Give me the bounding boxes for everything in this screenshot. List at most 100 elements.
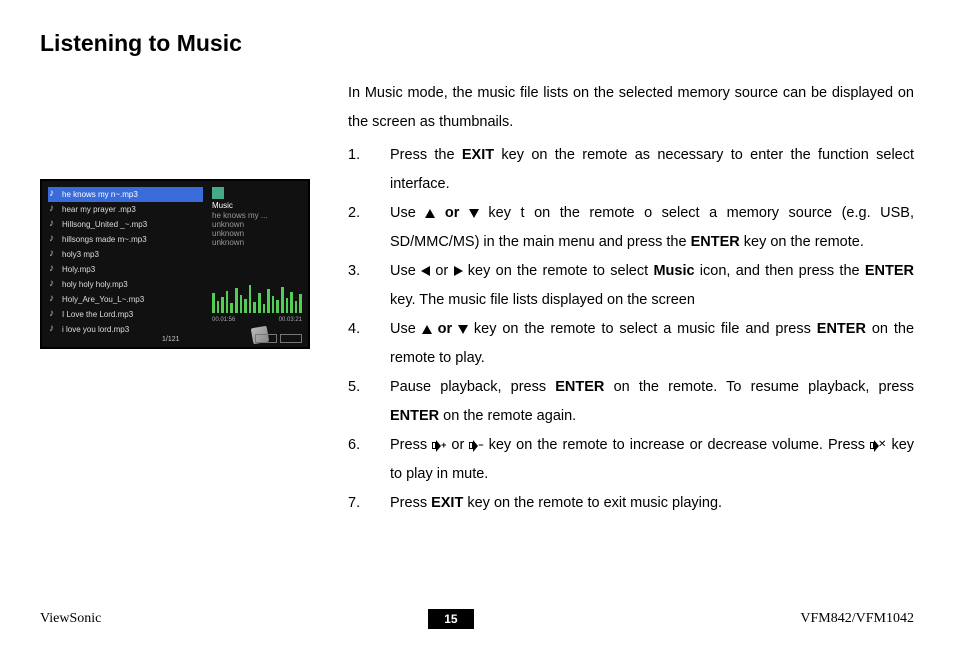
step-3: 3. Use or key on the remote to select Mu… bbox=[348, 257, 914, 315]
total-time: 00.03:21 bbox=[279, 317, 302, 323]
step-body: Press + or − key on the remote to increa… bbox=[390, 431, 914, 489]
music-note-icon bbox=[48, 205, 58, 215]
down-arrow-icon bbox=[458, 325, 468, 334]
eq-bar bbox=[295, 301, 298, 313]
step-body: Press EXIT key on the remote to exit mus… bbox=[390, 489, 914, 518]
eq-bar bbox=[212, 293, 215, 313]
step-5: 5. Pause playback, press ENTER on the re… bbox=[348, 373, 914, 431]
eq-bar bbox=[281, 287, 284, 313]
music-note-icon bbox=[48, 310, 58, 320]
step-7: 7. Press EXIT key on the remote to exit … bbox=[348, 489, 914, 518]
file-row: Holy_Are_You_L~.mp3 bbox=[48, 292, 203, 307]
eq-bar bbox=[290, 292, 293, 313]
file-name: i love you lord.mp3 bbox=[62, 325, 129, 334]
step-1: 1. Press the EXIT key on the remote as n… bbox=[348, 141, 914, 199]
eq-bar bbox=[240, 295, 243, 313]
file-name: holy holy holy.mp3 bbox=[62, 280, 128, 289]
file-row: i love you lord.mp3 bbox=[48, 322, 203, 337]
step-number: 2. bbox=[348, 199, 390, 257]
eq-bar bbox=[230, 303, 233, 313]
file-list: he knows my n~.mp3 hear my prayer .mp3 Hil… bbox=[48, 187, 203, 337]
eq-bar bbox=[272, 296, 275, 313]
step-4: 4. Use or key on the remote to select a … bbox=[348, 315, 914, 373]
step-2: 2. Use or key t on the remote o select a… bbox=[348, 199, 914, 257]
file-name: holy3 mp3 bbox=[62, 250, 99, 259]
footer-model: VFM842/VFM1042 bbox=[800, 611, 914, 627]
footer-brand: ViewSonic bbox=[40, 611, 101, 627]
step-body: Use or key on the remote to select Music… bbox=[390, 257, 914, 315]
eq-bar bbox=[249, 285, 252, 313]
file-name: I Love the Lord.mp3 bbox=[62, 310, 133, 319]
eq-bar bbox=[244, 299, 247, 313]
file-row: I Love the Lord.mp3 bbox=[48, 307, 203, 322]
meta-line-1: unknown bbox=[212, 220, 302, 229]
device-screenshot: he knows my n~.mp3 hear my prayer .mp3 Hil… bbox=[40, 179, 310, 349]
file-row: holy holy holy.mp3 bbox=[48, 277, 203, 292]
file-counter: 1/121 bbox=[162, 336, 180, 343]
meta-line-2: unknown bbox=[212, 229, 302, 238]
bottom-indicators bbox=[255, 334, 302, 343]
step-number: 3. bbox=[348, 257, 390, 315]
page-footer: ViewSonic 15 VFM842/VFM1042 bbox=[40, 609, 914, 629]
file-name: Holy.mp3 bbox=[62, 265, 95, 274]
music-note-icon bbox=[48, 190, 58, 200]
step-body: Press the EXIT key on the remote as nece… bbox=[390, 141, 914, 199]
up-arrow-icon bbox=[422, 325, 432, 334]
file-name: hillsongs made m~.mp3 bbox=[62, 235, 147, 244]
eq-bar bbox=[226, 291, 229, 313]
music-note-icon bbox=[48, 265, 58, 275]
music-note-icon bbox=[48, 235, 58, 245]
file-name: Holy_Are_You_L~.mp3 bbox=[62, 295, 144, 304]
eq-bar bbox=[221, 297, 224, 313]
file-name: Hillsong_United _~.mp3 bbox=[62, 220, 147, 229]
eq-bar bbox=[299, 294, 302, 313]
instructions-column: In Music mode, the music file lists on t… bbox=[348, 79, 914, 518]
eq-bar bbox=[258, 293, 261, 313]
file-row: hillsongs made m~.mp3 bbox=[48, 232, 203, 247]
elapsed-time: 00.01:56 bbox=[212, 317, 235, 323]
file-name: he knows my n~.mp3 bbox=[62, 190, 138, 199]
step-6: 6. Press + or − key on the remote to inc… bbox=[348, 431, 914, 489]
file-row: hear my prayer .mp3 bbox=[48, 202, 203, 217]
equalizer bbox=[212, 283, 302, 313]
intro-text: In Music mode, the music file lists on t… bbox=[348, 79, 914, 137]
page-number: 15 bbox=[428, 609, 473, 629]
step-number: 6. bbox=[348, 431, 390, 489]
music-note-icon bbox=[48, 250, 58, 260]
eq-bar bbox=[263, 304, 266, 313]
eq-bar bbox=[217, 301, 220, 313]
figure-column: he knows my n~.mp3 hear my prayer .mp3 Hil… bbox=[40, 79, 328, 518]
step-body: Use or key on the remote to select a mus… bbox=[390, 315, 914, 373]
mute-icon: ✕ bbox=[870, 439, 886, 451]
music-app-icon bbox=[212, 187, 224, 199]
now-playing-title: he knows my ... bbox=[212, 211, 302, 220]
file-row: Holy.mp3 bbox=[48, 262, 203, 277]
file-name: hear my prayer .mp3 bbox=[62, 205, 136, 214]
file-row: holy3 mp3 bbox=[48, 247, 203, 262]
eq-bar bbox=[235, 288, 238, 313]
content-area: he knows my n~.mp3 hear my prayer .mp3 Hil… bbox=[40, 79, 914, 518]
step-number: 4. bbox=[348, 315, 390, 373]
music-note-icon bbox=[48, 220, 58, 230]
step-number: 1. bbox=[348, 141, 390, 199]
meta-line-3: unknown bbox=[212, 238, 302, 247]
now-playing-label: Music bbox=[212, 201, 302, 210]
up-arrow-icon bbox=[425, 209, 435, 218]
file-row: he knows my n~.mp3 bbox=[48, 187, 203, 202]
right-arrow-icon bbox=[454, 266, 463, 276]
music-note-icon bbox=[48, 295, 58, 305]
indicator-box bbox=[255, 334, 277, 343]
now-playing-panel: Music he knows my ... unknown unknown un… bbox=[212, 187, 302, 247]
step-body: Pause playback, press ENTER on the remot… bbox=[390, 373, 914, 431]
step-number: 5. bbox=[348, 373, 390, 431]
volume-down-icon: − bbox=[469, 439, 483, 451]
file-row: Hillsong_United _~.mp3 bbox=[48, 217, 203, 232]
eq-bar bbox=[276, 300, 279, 313]
eq-bar bbox=[267, 289, 270, 313]
eq-bar bbox=[286, 298, 289, 313]
left-arrow-icon bbox=[421, 266, 430, 276]
eq-bar bbox=[253, 302, 256, 313]
step-number: 7. bbox=[348, 489, 390, 518]
indicator-box bbox=[280, 334, 302, 343]
volume-up-icon: + bbox=[432, 439, 446, 451]
